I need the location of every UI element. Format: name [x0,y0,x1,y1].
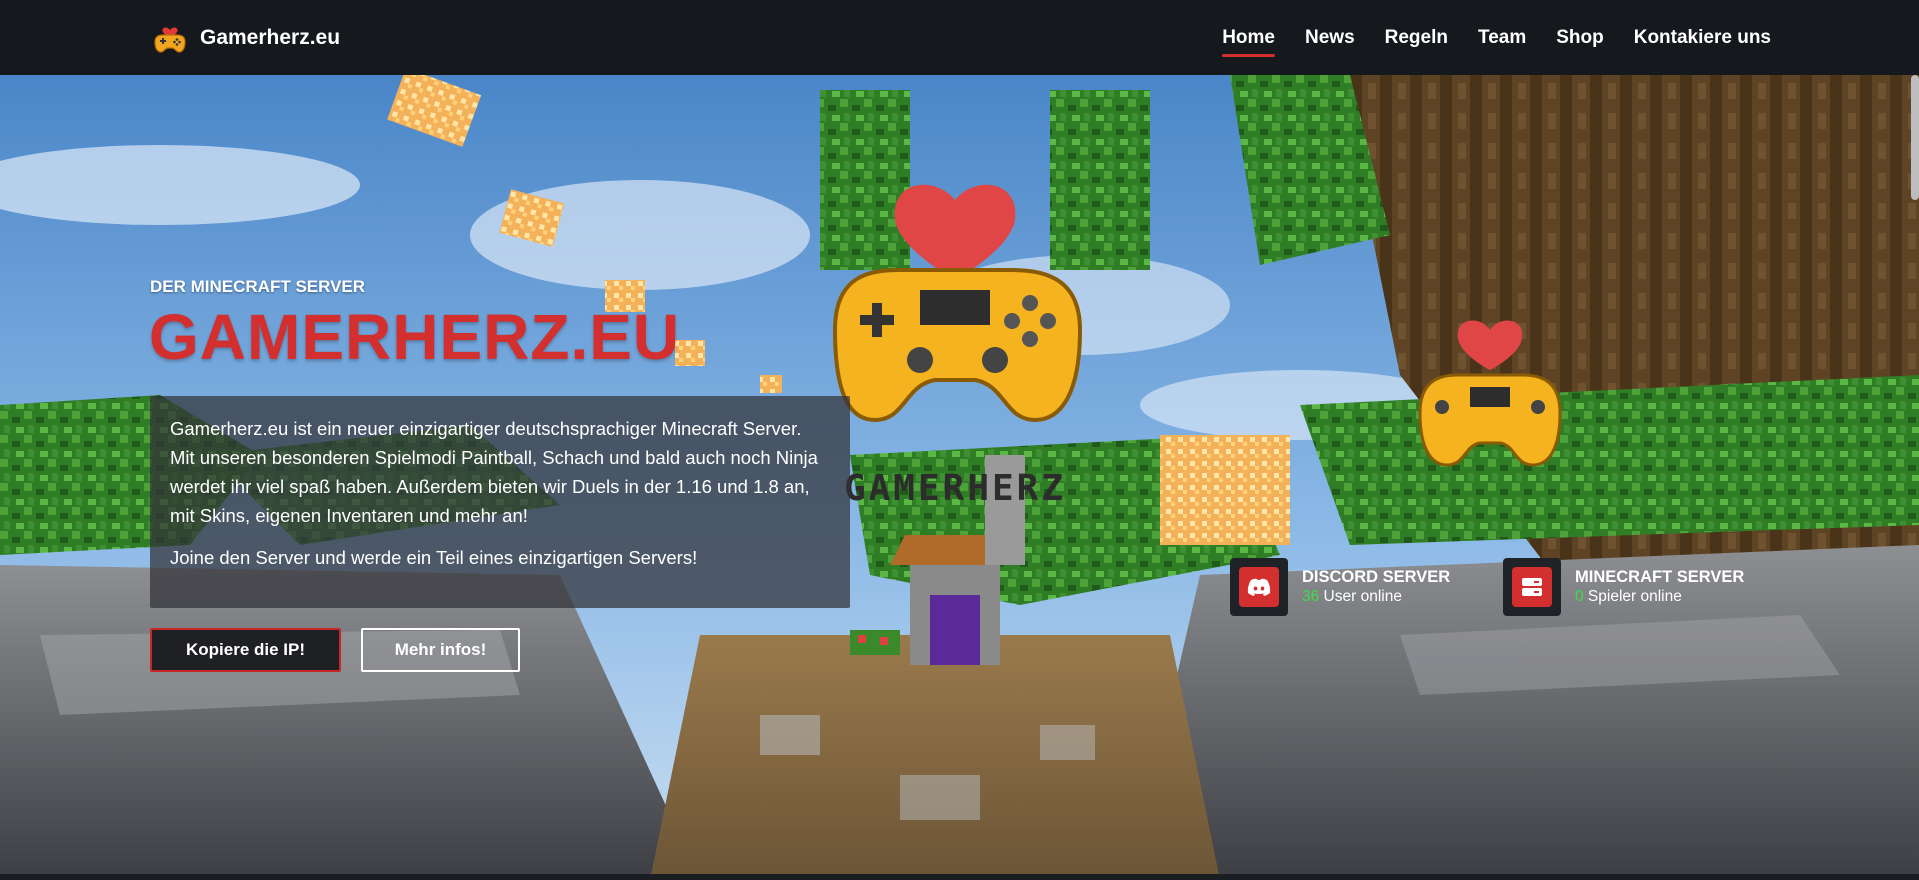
minecraft-online-suffix: Spieler online [1583,588,1682,605]
server-icon-wrap [1503,558,1561,616]
nav-item-team[interactable]: Team [1478,19,1526,57]
nav-item-kontakt[interactable]: Kontakiere uns [1634,19,1771,57]
discord-stat-text: Discord Server 36 User online [1302,567,1450,607]
nav-item-regeln[interactable]: Regeln [1385,19,1448,57]
hero-description: Gamerherz.eu ist ein neuer einzigartiger… [170,418,818,526]
discord-stat[interactable]: Discord Server 36 User online [1230,558,1450,616]
hero-description-box: Gamerherz.eu ist ein neuer einzigartiger… [150,396,850,608]
server-icon [1512,567,1552,607]
discord-stat-title: Discord Server [1302,568,1451,586]
discord-icon-wrap [1230,558,1288,616]
nav-item-home[interactable]: Home [1222,19,1275,57]
bottom-edge [0,874,1919,880]
minecraft-stat-sub: 0 Spieler online [1575,587,1744,607]
page-scrollbar[interactable] [1911,75,1919,200]
scene-logo-text: GAMERHERZ [844,468,1066,509]
gamepad-heart-icon [154,27,186,53]
brand-name: Gamerherz.eu [200,26,341,49]
hero-eyebrow: Der Minecraft Server [150,277,366,296]
minecraft-stat-text: Minecraft Server 0 Spieler online [1575,567,1744,607]
hero-title: GAMERHERZ.EU [149,301,681,373]
minecraft-stat[interactable]: Minecraft Server 0 Spieler online [1503,558,1744,616]
minecraft-online-count: 0 [1575,588,1584,605]
hero-cta-text: Joine den Server und werde ein Teil eine… [170,547,698,568]
brand[interactable]: Gamerherz.eu [150,18,340,58]
nav-item-news[interactable]: News [1305,19,1355,57]
hero-section: GAMERHERZ Der Minecraft Server GAMERHERZ… [0,75,1919,880]
nav-item-shop[interactable]: Shop [1556,19,1604,57]
copy-ip-button[interactable]: Kopiere die IP! [150,628,341,672]
minecraft-stat-title: Minecraft Server [1575,568,1745,586]
main-menu: Home News Regeln Team Shop Kontakiere un… [1222,0,1771,75]
more-info-button[interactable]: Mehr infos! [361,628,520,672]
discord-online-suffix: User online [1319,588,1402,605]
top-navbar: Gamerherz.eu Home News Regeln Team Shop … [0,0,1919,75]
discord-icon [1239,567,1279,607]
discord-online-count: 36 [1302,588,1320,605]
discord-stat-sub: 36 User online [1302,587,1450,607]
